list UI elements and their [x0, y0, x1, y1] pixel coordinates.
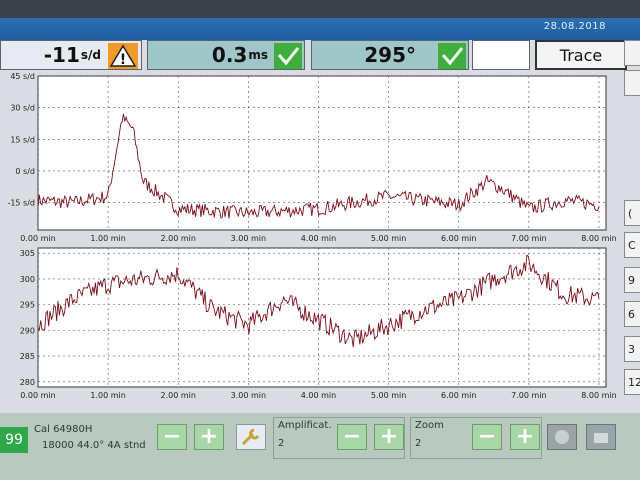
x-tick-label: 2.00 min	[161, 391, 196, 400]
x-tick-label: 5.00 min	[371, 391, 406, 400]
zoom-plus-button[interactable]: +	[510, 424, 540, 450]
y-tick-label: 295	[20, 301, 35, 310]
plus-button[interactable]: +	[194, 424, 224, 450]
blank-display	[472, 40, 530, 70]
rate-unit: s/d	[80, 48, 101, 62]
settings-button[interactable]	[236, 424, 266, 450]
zoom-value: 2	[415, 438, 422, 449]
beat-error-value: 0.3	[211, 43, 248, 67]
minus-icon: −	[342, 424, 362, 449]
side-button[interactable]	[624, 70, 640, 96]
x-tick-label: 8.00 min	[581, 234, 616, 243]
x-tick-label: 8.00 min	[581, 391, 616, 400]
amplitude-value: 295°	[364, 43, 416, 67]
beat-error-display: 0.3 ms	[147, 40, 305, 70]
side-button[interactable]: 9	[624, 267, 640, 293]
calibration-label: Cal 64980H	[34, 424, 93, 435]
plus-icon: +	[199, 424, 219, 449]
y-tick-label: 0 s/d	[15, 167, 35, 176]
amplification-value: 2	[278, 438, 285, 449]
x-tick-label: 0.00 min	[20, 234, 55, 243]
camera-icon	[594, 433, 608, 443]
x-tick-label: 1.00 min	[90, 391, 125, 400]
x-tick-label: 7.00 min	[511, 234, 546, 243]
y-tick-label: 280	[20, 378, 35, 387]
rate-display: -11 s/d !	[0, 40, 142, 70]
plus-icon: +	[379, 424, 399, 449]
y-tick-label: 305	[20, 249, 35, 258]
x-tick-label: 0.00 min	[20, 391, 55, 400]
check-icon	[438, 43, 466, 69]
amplitude-display: 295°	[311, 40, 469, 70]
x-tick-label: 2.00 min	[161, 234, 196, 243]
trace-button[interactable]: Trace	[535, 40, 627, 70]
chart-plot-area	[37, 75, 607, 231]
zoom-minus-button[interactable]: −	[472, 424, 502, 450]
warning-icon: !	[108, 43, 138, 69]
x-tick-label: 6.00 min	[441, 234, 476, 243]
x-tick-label: 3.00 min	[231, 391, 266, 400]
speaker-icon	[555, 430, 569, 444]
x-tick-label: 6.00 min	[441, 391, 476, 400]
minus-button[interactable]: −	[157, 424, 187, 450]
rate-value: -11	[43, 43, 80, 67]
x-tick-label: 4.00 min	[301, 234, 336, 243]
y-tick-label: 300	[20, 275, 35, 284]
side-button[interactable]: C	[624, 232, 640, 258]
sound-button[interactable]	[547, 424, 577, 450]
zoom-label: Zoom	[415, 420, 444, 431]
x-tick-label: 7.00 min	[511, 391, 546, 400]
x-tick-label: 3.00 min	[231, 234, 266, 243]
camera-button[interactable]	[586, 424, 616, 450]
minus-icon: −	[477, 424, 497, 449]
amplification-minus-button[interactable]: −	[337, 424, 367, 450]
amplification-label: Amplificat.	[278, 420, 332, 431]
amplification-plus-button[interactable]: +	[374, 424, 404, 450]
svg-text:!: !	[120, 52, 126, 68]
chart-plot-area	[37, 247, 607, 388]
date-display: 28.08.2018	[543, 21, 606, 32]
beat-error-unit: ms	[248, 48, 268, 62]
side-button[interactable]: 3	[624, 336, 640, 362]
y-tick-label: 290	[20, 326, 35, 335]
count-badge: 99	[0, 427, 28, 453]
y-tick-label: -15 s/d	[7, 199, 35, 208]
y-tick-label: 15 s/d	[10, 135, 35, 144]
side-button[interactable]: 6	[624, 301, 640, 327]
x-tick-label: 5.00 min	[371, 234, 406, 243]
y-tick-label: 285	[20, 352, 35, 361]
check-icon	[274, 43, 302, 69]
y-tick-label: 30 s/d	[10, 104, 35, 113]
side-button[interactable]: (	[624, 200, 640, 226]
side-button[interactable]	[624, 40, 640, 66]
plus-icon: +	[515, 424, 535, 449]
trace-label: Trace	[559, 45, 603, 65]
minus-icon: −	[162, 424, 182, 449]
x-tick-label: 4.00 min	[301, 391, 336, 400]
wrench-icon	[241, 428, 260, 446]
y-tick-label: 45 s/d	[10, 72, 35, 81]
calibration-details: 18000 44.0° 4A stnd	[42, 440, 146, 451]
timegrapher-charts: 0.00 min 1.00 min 2.00 min 3.00 min 4.00 min…	[7, 72, 616, 400]
side-button[interactable]: 12	[624, 369, 640, 395]
x-tick-label: 1.00 min	[90, 234, 125, 243]
